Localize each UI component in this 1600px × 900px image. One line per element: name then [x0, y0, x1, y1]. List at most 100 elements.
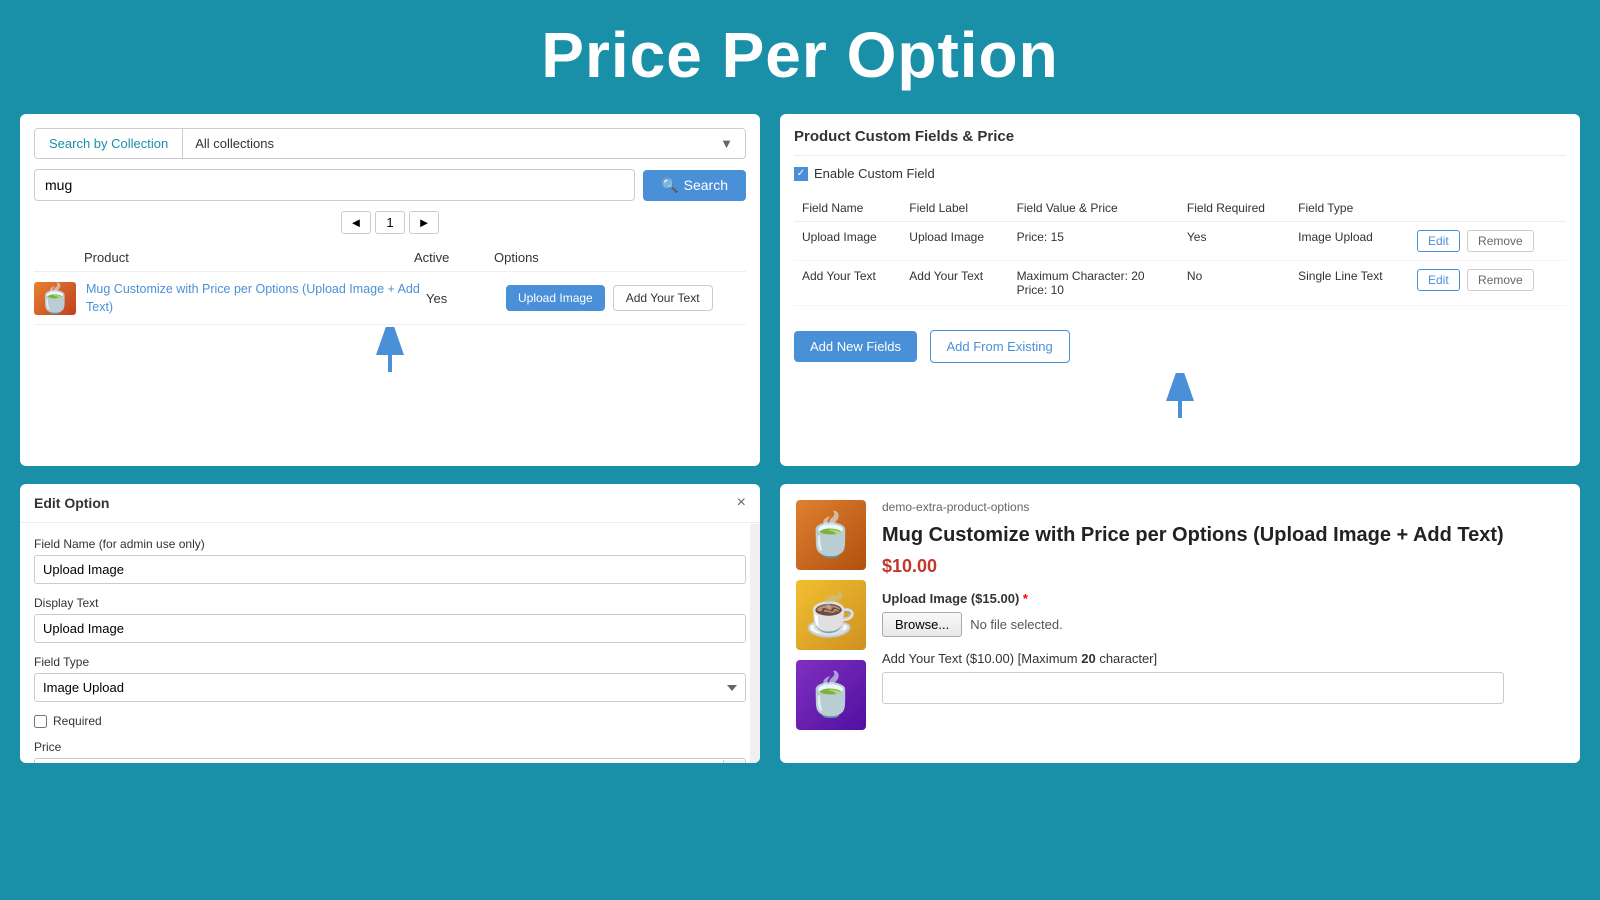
scrollbar-track[interactable]	[750, 524, 760, 763]
th-field-label: Field Label	[901, 195, 1008, 222]
product-title-link[interactable]: Mug Customize with Price per Options (Up…	[86, 282, 420, 314]
caption-row-1: 1. Search Product and Click on Product T…	[34, 385, 746, 406]
required-label: Required	[53, 714, 102, 728]
search-input[interactable]	[34, 169, 635, 201]
required-checkbox[interactable]	[34, 715, 47, 728]
price-spin-up[interactable]: ▲	[724, 760, 745, 764]
th-field-name: Field Name	[794, 195, 901, 222]
field-type-group: Field Type Image Upload	[34, 655, 746, 702]
preview-content: 🍵 ☕ 🍵 demo-extra-product-options Mug Cus…	[796, 500, 1564, 730]
upload-field-label-row: Upload Image ($15.00) *	[882, 591, 1504, 606]
remove-btn-0[interactable]: Remove	[1467, 230, 1534, 252]
upload-image-button[interactable]: Upload Image	[506, 285, 605, 311]
edit-option-panel: Edit Option × Field Name (for admin use …	[20, 484, 760, 763]
price-group: Price ▲ ▼	[34, 740, 746, 763]
product-active-cell: Yes	[426, 291, 506, 306]
fields-table-row: Add Your Text Add Your Text Maximum Char…	[794, 261, 1566, 306]
edit-option-title: Edit Option	[34, 495, 109, 511]
edit-btn-0[interactable]: Edit	[1417, 230, 1460, 252]
search-by-collection-tab[interactable]: Search by Collection	[35, 129, 183, 158]
add-new-fields-button[interactable]: Add New Fields	[794, 331, 917, 362]
bottom-panels-row: Edit Option × Field Name (for admin use …	[0, 484, 1600, 763]
th-actions	[1409, 195, 1566, 222]
col-product-header: Product	[34, 250, 414, 265]
collection-search-row: Search by Collection All collections ▼	[34, 128, 746, 159]
fields-actions-row: Add New Fields Add From Existing	[794, 318, 1566, 363]
th-field-type: Field Type	[1290, 195, 1409, 222]
search-bar-row: 🔍 Search	[34, 169, 746, 201]
cell-field-value-0: Price: 15	[1009, 222, 1179, 261]
cell-type-1: Single Line Text	[1290, 261, 1409, 306]
mug-preview-2: ☕	[796, 580, 866, 650]
product-title-cell: Mug Customize with Price per Options (Up…	[86, 280, 426, 316]
product-thumbnail: 🍵	[34, 282, 76, 315]
collection-dropdown-arrow[interactable]: ▼	[708, 129, 745, 158]
cell-type-0: Image Upload	[1290, 222, 1409, 261]
product-preview-panel: 🍵 ☕ 🍵 demo-extra-product-options Mug Cus…	[780, 484, 1580, 763]
product-table-header: Product Active Options	[34, 244, 746, 272]
store-handle: demo-extra-product-options	[882, 500, 1504, 514]
field-name-group: Field Name (for admin use only)	[34, 537, 746, 584]
collection-value: All collections	[183, 129, 708, 158]
add-text-label-prefix: Add Your Text ($10.00) [Maximum	[882, 651, 1078, 666]
field-type-select[interactable]: Image Upload	[34, 673, 746, 702]
enable-checkbox[interactable]: ✓	[794, 167, 808, 181]
table-row: 🍵 Mug Customize with Price per Options (…	[34, 272, 746, 325]
field-type-label: Field Type	[34, 655, 746, 669]
preview-mugs-column: 🍵 ☕ 🍵	[796, 500, 866, 730]
cell-required-1: No	[1179, 261, 1290, 306]
edit-btn-1[interactable]: Edit	[1417, 269, 1460, 291]
search-button[interactable]: 🔍 Search	[643, 170, 746, 201]
cell-actions-1: Edit Remove	[1409, 261, 1566, 306]
col-active-header: Active	[414, 250, 494, 265]
search-icon: 🔍	[661, 177, 678, 194]
browse-button[interactable]: Browse...	[882, 612, 962, 637]
cell-field-value-1: Maximum Character: 20 Price: 10	[1009, 261, 1179, 306]
fields-table: Field Name Field Label Field Value & Pri…	[794, 195, 1566, 306]
arrow-up-icon	[370, 327, 410, 377]
arrow-down-container	[34, 327, 746, 377]
field-name-input[interactable]	[34, 555, 746, 584]
cell-field-name-1: Add Your Text	[794, 261, 901, 306]
price-input-row: ▲ ▼	[34, 758, 746, 763]
pagination-row: ◄ 1 ►	[34, 211, 746, 234]
cell-field-name-0: Upload Image	[794, 222, 901, 261]
display-text-input[interactable]	[34, 614, 746, 643]
price-spin: ▲ ▼	[723, 760, 745, 764]
fields-table-row: Upload Image Upload Image Price: 15 Yes …	[794, 222, 1566, 261]
upload-required-star: *	[1023, 591, 1028, 606]
remove-btn-1[interactable]: Remove	[1467, 269, 1534, 291]
th-field-value: Field Value & Price	[1009, 195, 1179, 222]
enable-custom-field-row: ✓ Enable Custom Field	[794, 166, 1566, 181]
add-text-bold-num: 20	[1081, 651, 1095, 666]
search-panel: Search by Collection All collections ▼ 🔍…	[20, 114, 760, 466]
add-your-text-button[interactable]: Add Your Text	[613, 285, 713, 311]
edit-option-body: Field Name (for admin use only) Display …	[20, 523, 760, 763]
display-text-group: Display Text	[34, 596, 746, 643]
preview-product-price: $10.00	[882, 556, 1504, 577]
required-row: Required	[34, 714, 746, 728]
caption-row-2: 2. List of Some Options	[794, 431, 1566, 452]
display-text-label: Display Text	[34, 596, 746, 610]
custom-fields-panel: Product Custom Fields & Price ✓ Enable C…	[780, 114, 1580, 466]
close-button[interactable]: ×	[737, 494, 746, 512]
add-text-input[interactable]	[882, 672, 1504, 704]
edit-option-header: Edit Option ×	[20, 484, 760, 523]
no-file-text: No file selected.	[970, 617, 1063, 632]
mug-preview-1: 🍵	[796, 500, 866, 570]
file-input-row: Browse... No file selected.	[882, 612, 1504, 637]
next-page-btn[interactable]: ►	[409, 211, 440, 234]
page-title: Price Per Option	[0, 0, 1600, 114]
price-input[interactable]	[35, 759, 723, 763]
th-field-required: Field Required	[1179, 195, 1290, 222]
cell-actions-0: Edit Remove	[1409, 222, 1566, 261]
prev-page-btn[interactable]: ◄	[341, 211, 372, 234]
col-options-header: Options	[494, 250, 746, 265]
custom-fields-header: Product Custom Fields & Price	[794, 128, 1566, 156]
cell-field-label-0: Upload Image	[901, 222, 1008, 261]
arrow-up-container-2	[794, 373, 1566, 423]
cell-required-0: Yes	[1179, 222, 1290, 261]
caption-1: 1. Search Product and Click on Product T…	[34, 385, 746, 406]
search-btn-label: Search	[684, 177, 728, 193]
add-from-existing-button[interactable]: Add From Existing	[930, 330, 1070, 363]
